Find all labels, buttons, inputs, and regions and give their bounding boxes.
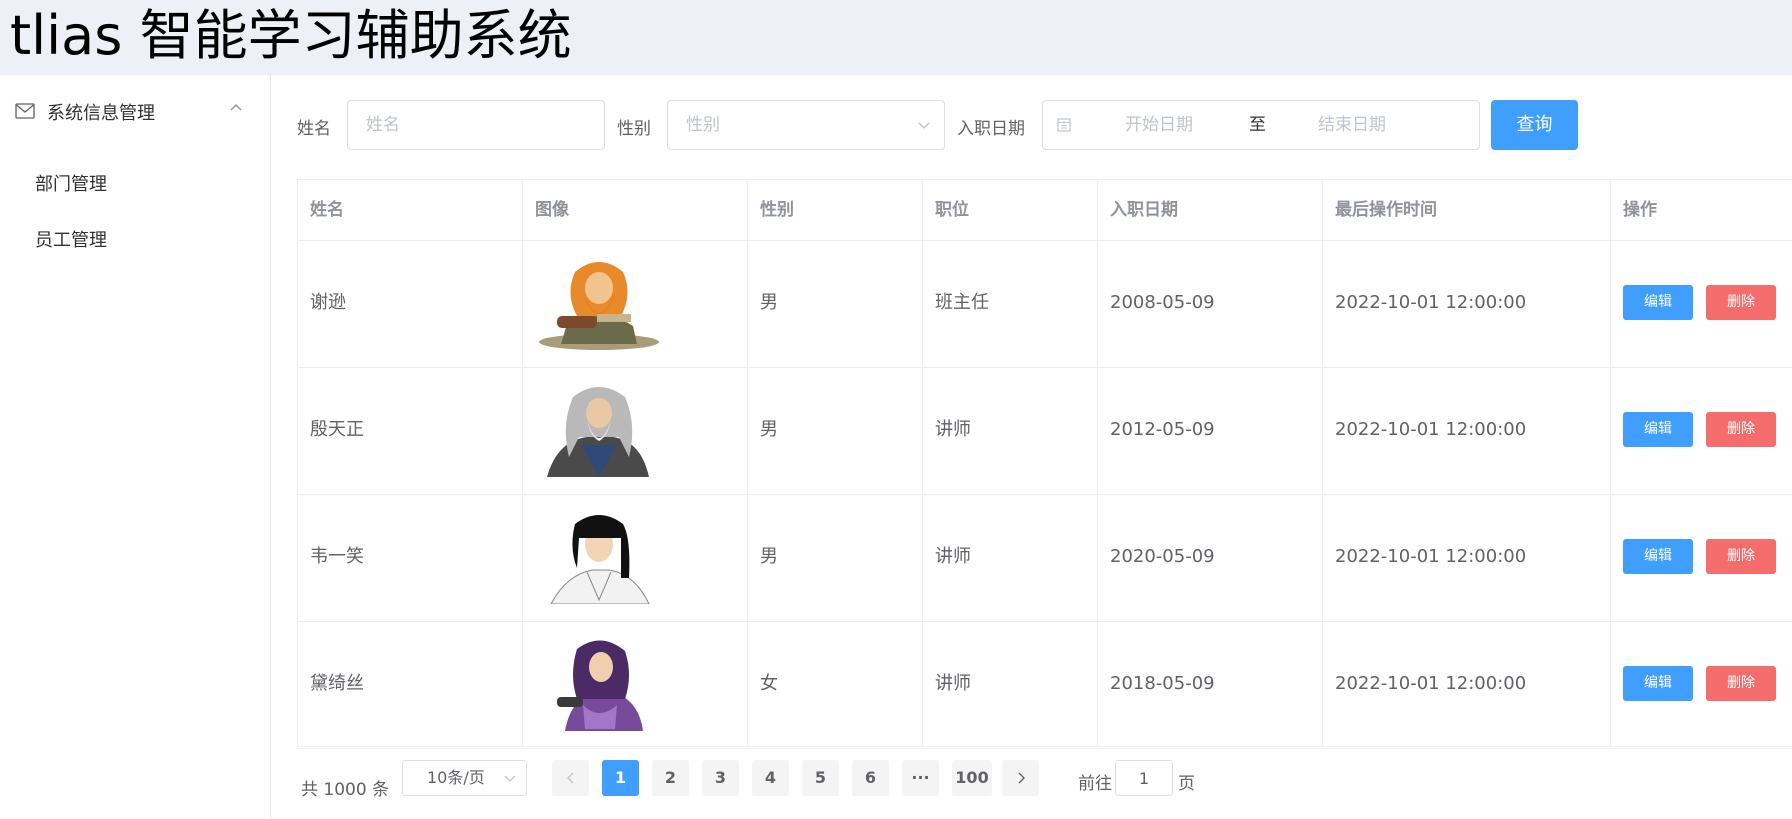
hire-date-label: 入职日期 xyxy=(957,119,1025,139)
cell-name: 黛绮丝 xyxy=(298,621,523,747)
sidebar-item-label: 员工管理 xyxy=(35,230,107,251)
cell-hire-date: 2020-05-09 xyxy=(1098,494,1323,620)
page-button-last[interactable]: 100 xyxy=(952,760,992,796)
mail-icon xyxy=(15,103,35,119)
goto-page-input[interactable] xyxy=(1115,760,1173,796)
avatar xyxy=(539,262,659,350)
calendar-icon xyxy=(1057,118,1071,132)
page-button-1[interactable]: 1 xyxy=(602,760,639,796)
cell-gender: 男 xyxy=(748,367,923,493)
pagination: 共 1000 条 10条/页 1 2 3 4 5 6 ··· 100 前往 页 xyxy=(271,760,1792,810)
cell-actions: 编辑 删除 xyxy=(1611,240,1792,366)
avatar xyxy=(557,640,643,731)
table-row: 殷天正 男 讲师 2012-05-09 2022-10-01 12:00:00 … xyxy=(298,367,1792,495)
app-header: tlias 智能学习辅助系统 xyxy=(0,0,1792,75)
end-date-placeholder[interactable]: 结束日期 xyxy=(1318,101,1386,149)
edit-button[interactable]: 编辑 xyxy=(1623,412,1693,447)
avatar xyxy=(550,515,650,604)
sidebar-group-system-info[interactable]: 系统信息管理 xyxy=(0,75,270,149)
gender-select-placeholder: 性别 xyxy=(686,115,720,135)
cell-actions: 编辑 删除 xyxy=(1611,621,1792,747)
avatar xyxy=(547,387,649,477)
sidebar-item-employee[interactable]: 员工管理 xyxy=(0,209,270,265)
sidebar-group-label: 系统信息管理 xyxy=(47,103,155,124)
cell-actions: 编辑 删除 xyxy=(1611,367,1792,493)
table-header: 姓名 图像 性别 职位 入职日期 最后操作时间 操作 xyxy=(298,180,1792,241)
app-title: tlias 智能学习辅助系统 xyxy=(10,4,572,67)
column-header-name: 姓名 xyxy=(298,180,523,240)
range-separator: 至 xyxy=(1249,115,1266,135)
page-size-select[interactable]: 10条/页 xyxy=(402,760,527,796)
next-page-button[interactable] xyxy=(1002,760,1039,796)
page-button-5[interactable]: 5 xyxy=(802,760,839,796)
cell-name: 韦一笑 xyxy=(298,494,523,620)
cell-position: 讲师 xyxy=(923,494,1098,620)
employee-table: 姓名 图像 性别 职位 入职日期 最后操作时间 操作 谢逊 男 班主任 2008… xyxy=(297,179,1792,749)
cell-actions: 编辑 删除 xyxy=(1611,494,1792,620)
column-header-last-op-time: 最后操作时间 xyxy=(1323,180,1611,240)
cell-gender: 男 xyxy=(748,240,923,366)
goto-label: 前往 xyxy=(1078,774,1112,794)
page-button-4[interactable]: 4 xyxy=(752,760,789,796)
chevron-down-icon xyxy=(918,122,930,129)
cell-position: 讲师 xyxy=(923,621,1098,747)
cell-avatar xyxy=(523,494,748,620)
name-input[interactable] xyxy=(347,100,605,150)
cell-hire-date: 2008-05-09 xyxy=(1098,240,1323,366)
pagination-total: 共 1000 条 xyxy=(301,780,390,800)
cell-position: 班主任 xyxy=(923,240,1098,366)
more-pages-button[interactable]: ··· xyxy=(902,760,939,796)
page-button-2[interactable]: 2 xyxy=(652,760,689,796)
table-row: 谢逊 男 班主任 2008-05-09 2022-10-01 12:00:00 … xyxy=(298,240,1792,368)
cell-last-op-time: 2022-10-01 12:00:00 xyxy=(1323,621,1611,747)
chevron-right-icon xyxy=(1018,772,1025,784)
cell-hire-date: 2012-05-09 xyxy=(1098,367,1323,493)
table-row: 韦一笑 男 讲师 2020-05-09 2022-10-01 12:00:00 … xyxy=(298,494,1792,622)
delete-button[interactable]: 删除 xyxy=(1706,539,1776,574)
name-label: 姓名 xyxy=(297,119,331,139)
delete-button[interactable]: 删除 xyxy=(1706,285,1776,320)
cell-hire-date: 2018-05-09 xyxy=(1098,621,1323,747)
edit-button[interactable]: 编辑 xyxy=(1623,666,1693,701)
column-header-avatar: 图像 xyxy=(523,180,748,240)
cell-gender: 女 xyxy=(748,621,923,747)
column-header-actions: 操作 xyxy=(1623,200,1657,220)
cell-avatar xyxy=(523,621,748,747)
page-button-3[interactable]: 3 xyxy=(702,760,739,796)
sidebar: 系统信息管理 部门管理 员工管理 xyxy=(0,75,271,819)
start-date-placeholder[interactable]: 开始日期 xyxy=(1125,101,1193,149)
prev-page-button[interactable] xyxy=(552,760,589,796)
chevron-up-icon[interactable] xyxy=(229,101,243,115)
chevron-down-icon xyxy=(504,775,516,782)
cell-gender: 男 xyxy=(748,494,923,620)
table-row: 黛绮丝 女 讲师 2018-05-09 2022-10-01 12:00:00 … xyxy=(298,621,1792,749)
cell-avatar xyxy=(523,240,748,366)
delete-button[interactable]: 删除 xyxy=(1706,666,1776,701)
gender-select[interactable]: 性别 xyxy=(667,100,945,150)
cell-last-op-time: 2022-10-01 12:00:00 xyxy=(1323,367,1611,493)
sidebar-item-department[interactable]: 部门管理 xyxy=(0,153,270,209)
page-suffix: 页 xyxy=(1178,774,1195,794)
delete-button[interactable]: 删除 xyxy=(1706,412,1776,447)
chevron-left-icon xyxy=(566,772,573,784)
cell-position: 讲师 xyxy=(923,367,1098,493)
edit-button[interactable]: 编辑 xyxy=(1623,539,1693,574)
cell-name: 殷天正 xyxy=(298,367,523,493)
cell-avatar xyxy=(523,367,748,493)
column-header-hire-date: 入职日期 xyxy=(1098,180,1323,240)
cell-name: 谢逊 xyxy=(298,240,523,366)
search-form: 姓名 性别 性别 入职日期 开始日期 至 结束日期 查询 xyxy=(271,75,1792,175)
sidebar-item-label: 部门管理 xyxy=(35,174,107,195)
edit-button[interactable]: 编辑 xyxy=(1623,285,1693,320)
cell-last-op-time: 2022-10-01 12:00:00 xyxy=(1323,494,1611,620)
hire-date-range-picker[interactable]: 开始日期 至 结束日期 xyxy=(1042,100,1480,150)
column-header-gender: 性别 xyxy=(748,180,923,240)
column-header-position: 职位 xyxy=(923,180,1098,240)
cell-last-op-time: 2022-10-01 12:00:00 xyxy=(1323,240,1611,366)
page-button-6[interactable]: 6 xyxy=(852,760,889,796)
main-content: 姓名 性别 性别 入职日期 开始日期 至 结束日期 查询 姓名 图像 xyxy=(271,75,1792,819)
page-size-value: 10条/页 xyxy=(427,768,485,787)
gender-label: 性别 xyxy=(617,119,651,139)
query-button[interactable]: 查询 xyxy=(1491,100,1578,150)
